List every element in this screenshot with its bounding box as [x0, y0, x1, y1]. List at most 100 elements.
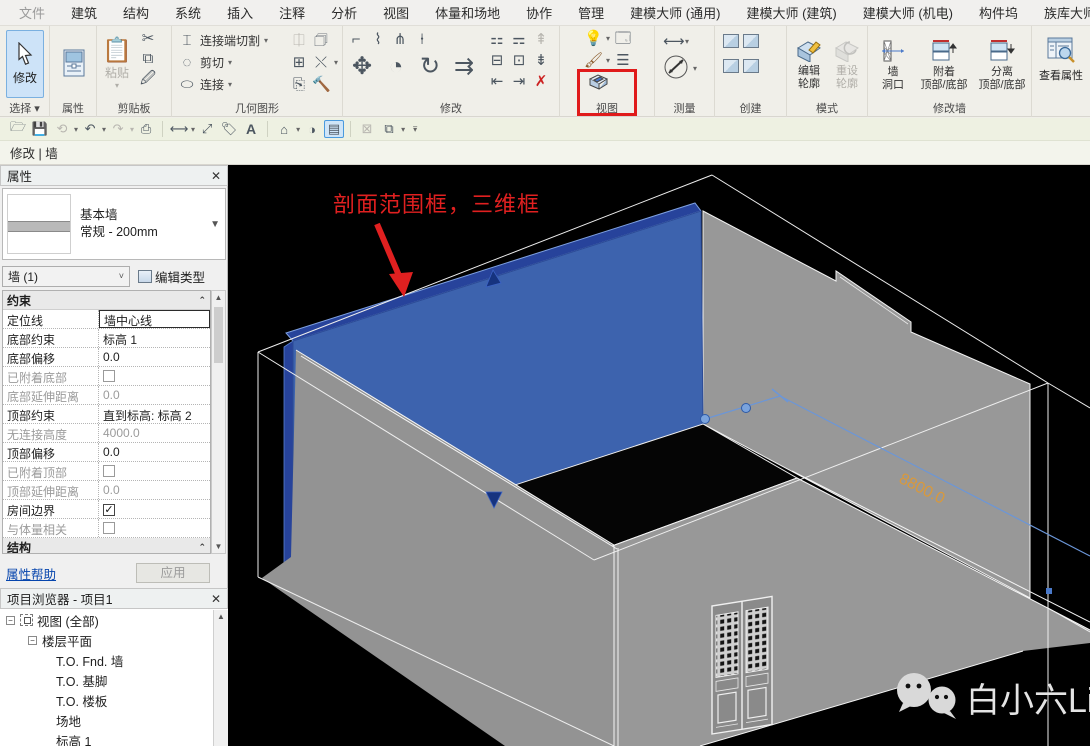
property-row[interactable]: 顶部偏移0.0	[3, 443, 210, 462]
dimension-grip[interactable]	[1046, 588, 1052, 594]
lightbulb-icon[interactable]: 💡	[584, 31, 602, 47]
properties-help-link[interactable]: 属性帮助	[6, 564, 56, 583]
property-row[interactable]: 底部约束标高 1	[3, 329, 210, 348]
switch-windows-icon[interactable]: ⧉	[379, 121, 399, 137]
menu-tab-component-dock[interactable]: 构件坞	[966, 3, 1031, 22]
text-icon[interactable]: A	[241, 121, 261, 137]
collapse-minus-icon[interactable]: −	[28, 636, 37, 645]
move-icon[interactable]: ✥	[347, 54, 377, 80]
apply-button[interactable]: 应用	[136, 563, 210, 583]
collapse-icon[interactable]: ⌃	[198, 295, 206, 306]
beam-icon[interactable]: 🗇	[312, 33, 330, 49]
delete-icon[interactable]: ✗	[532, 74, 550, 90]
property-row[interactable]: 无连接高度4000.0	[3, 424, 210, 443]
align-left-icon[interactable]: ⇤	[488, 74, 506, 90]
property-row[interactable]: 底部偏移0.0	[3, 348, 210, 367]
split-element-icon[interactable]: ⚏	[488, 32, 506, 48]
rotate-icon[interactable]: ↻	[415, 54, 445, 80]
scroll-thumb[interactable]	[214, 307, 223, 363]
tree-item-site[interactable]: 场地	[0, 710, 213, 730]
scroll-up-icon[interactable]: ▲	[212, 291, 225, 302]
sync-dropdown-icon[interactable]: ▾	[74, 125, 78, 134]
property-row[interactable]: 顶部约束直到标高: 标高 2	[3, 405, 210, 424]
menu-tab-manage[interactable]: 管理	[565, 3, 617, 22]
scroll-down-icon[interactable]: ▼	[212, 542, 225, 551]
menu-tab-modeling-master-mep[interactable]: 建模大师 (机电)	[850, 3, 966, 22]
property-row[interactable]: 已附着底部	[3, 367, 210, 386]
menu-tab-file[interactable]: 文件	[6, 3, 58, 22]
wall-selected-left-edge[interactable]	[284, 341, 293, 563]
measure-dropdown-icon[interactable]: ▾	[191, 125, 195, 134]
mirror-pick-icon[interactable]: ⋔	[391, 32, 409, 48]
3d-view-dropdown-icon[interactable]: ▾	[296, 125, 300, 134]
redo-dropdown-icon[interactable]: ▾	[130, 125, 134, 134]
tree-item-level-1[interactable]: 标高 1	[0, 730, 213, 746]
modify-button[interactable]: 修改	[6, 30, 44, 98]
edit-type-button[interactable]: 编辑类型	[134, 265, 209, 287]
checkbox-checked[interactable]	[103, 504, 115, 516]
demolish-hammer-icon[interactable]: 🔨	[312, 77, 330, 93]
mirror-axis-icon[interactable]: ⍿	[413, 32, 431, 48]
create-similar-icon[interactable]	[743, 34, 759, 48]
paste-button[interactable]: 📋 粘贴 ▾	[101, 30, 133, 98]
section-header-constraints[interactable]: 约束 ⌃	[3, 291, 210, 310]
create-group-icon[interactable]	[723, 59, 739, 73]
property-row[interactable]: 定位线墙中心线	[3, 310, 210, 329]
tree-item-to-fnd-wall[interactable]: T.O. Fnd. 墙	[0, 650, 213, 670]
type-selector[interactable]: 基本墙 常规 - 200mm ▼	[2, 188, 226, 260]
cut-scissors-icon[interactable]: ✂	[139, 31, 157, 47]
scale-icon[interactable]: ⊟	[488, 53, 506, 69]
thin-lines-icon[interactable]: ▤	[324, 120, 344, 138]
cut-geometry-menu-item[interactable]: ◌剪切▾	[178, 53, 268, 72]
property-row[interactable]: 顶部延伸距离0.0	[3, 481, 210, 500]
menu-tab-systems[interactable]: 系统	[162, 3, 214, 22]
save-icon[interactable]: 💾	[30, 121, 50, 137]
menu-tab-architecture[interactable]: 建筑	[58, 3, 110, 22]
property-row[interactable]: 底部延伸距离0.0	[3, 386, 210, 405]
property-row[interactable]: 与体量相关	[3, 519, 210, 538]
tree-item-views[interactable]: − 视图 (全部)	[0, 610, 213, 630]
collapse-icon[interactable]: ⌃	[198, 542, 206, 553]
print-icon[interactable]: ⎙	[136, 121, 156, 137]
join-geometry-menu-item[interactable]: ⬭连接▾	[178, 75, 268, 94]
checkbox-unchecked[interactable]	[103, 522, 115, 534]
scroll-up-icon[interactable]: ▲	[214, 610, 228, 621]
undo-dropdown-icon[interactable]: ▾	[102, 125, 106, 134]
menu-tab-analyze[interactable]: 分析	[318, 3, 370, 22]
split-face-icon[interactable]: ⊞	[290, 55, 308, 71]
close-icon[interactable]: ✕	[211, 592, 221, 606]
group-icon[interactable]: ⊡	[510, 53, 528, 69]
copy-move-icon[interactable]: ◔	[381, 54, 411, 80]
measure-diameter-icon[interactable]	[663, 54, 689, 83]
menu-tab-structure[interactable]: 结构	[110, 3, 162, 22]
unpin-icon[interactable]: ⇟	[532, 53, 550, 69]
view-properties-button[interactable]: 查看属性	[1035, 28, 1087, 90]
default-3d-view-icon[interactable]: ⌂	[274, 122, 294, 137]
door[interactable]	[712, 596, 772, 734]
pin-icon[interactable]: ⇞	[532, 32, 550, 48]
render-icon[interactable]: 🗔	[614, 31, 632, 47]
switch-windows-dropdown-icon[interactable]: ▾	[401, 125, 405, 134]
tree-item-to-footing[interactable]: T.O. 基脚	[0, 670, 213, 690]
3d-viewport[interactable]: 8800.0 剖面范围框，三维框	[228, 165, 1090, 746]
chevron-down-icon[interactable]: ▼	[210, 219, 220, 230]
menu-tab-collaborate[interactable]: 协作	[513, 3, 565, 22]
open-file-icon[interactable]: 🗁	[8, 118, 28, 140]
measure-icon[interactable]: ⟷	[169, 121, 189, 137]
wall-opening-button[interactable]: 墙洞口	[872, 30, 914, 100]
cope-menu-item[interactable]: ⌶连接端切割▾	[178, 31, 268, 50]
selection-filter-combo[interactable]: 墙 (1) ˅	[2, 266, 130, 287]
edit-profile-button[interactable]: 编辑轮廓	[790, 30, 828, 100]
offset-icon[interactable]: ⌇	[369, 32, 387, 48]
dimension-grip[interactable]	[701, 415, 710, 424]
customize-qat-icon[interactable]: ▾̅	[413, 125, 417, 134]
tree-item-to-slab[interactable]: T.O. 楼板	[0, 690, 213, 710]
measure-ruler-icon[interactable]: ⟷	[663, 34, 681, 50]
create-assembly-icon[interactable]	[743, 59, 759, 73]
attach-top-base-button[interactable]: 附着顶部/底部	[916, 30, 972, 100]
dimension-grip[interactable]	[742, 404, 751, 413]
reset-profile-button[interactable]: 重设轮廓	[828, 30, 866, 100]
undo-icon[interactable]: ↶	[80, 121, 100, 137]
menu-tab-massing-site[interactable]: 体量和场地	[422, 3, 513, 22]
menu-tab-modeling-master-arch[interactable]: 建模大师 (建筑)	[733, 3, 849, 22]
